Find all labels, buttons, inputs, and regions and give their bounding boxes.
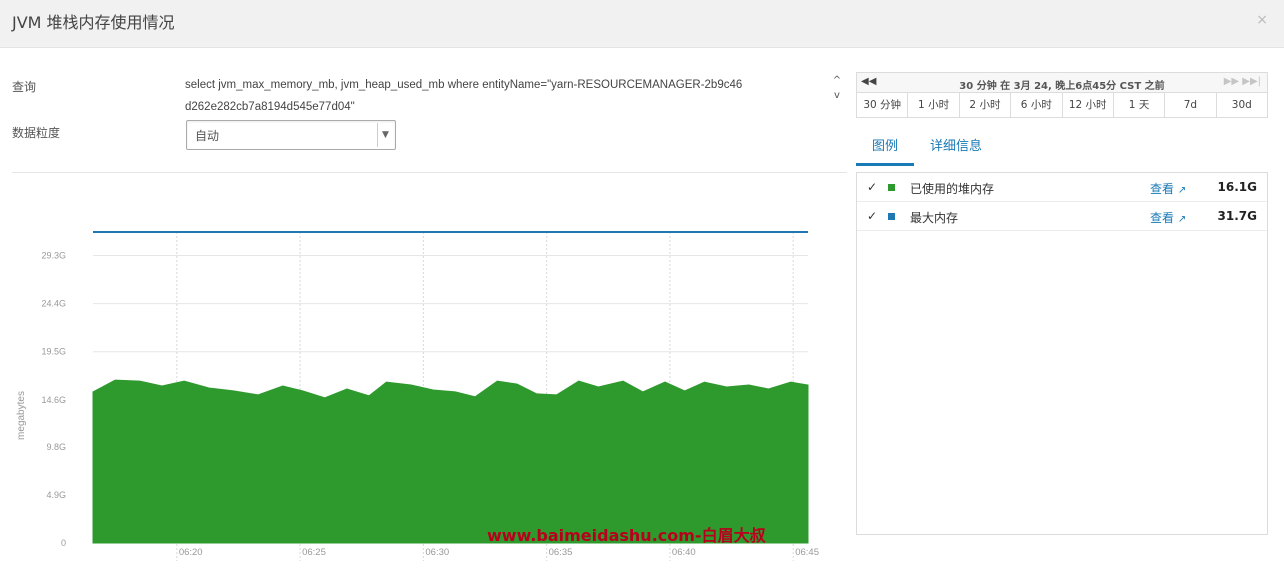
range-button-12h[interactable]: 12 小时 bbox=[1063, 93, 1114, 117]
legend-item-name: 最大内存 bbox=[910, 211, 959, 225]
external-link-icon: ↗ bbox=[1177, 214, 1187, 225]
range-button-6h[interactable]: 6 小时 bbox=[1011, 93, 1063, 117]
y-tick-label: 0 bbox=[61, 538, 66, 548]
x-tick-label: 06:35 bbox=[549, 547, 573, 558]
x-tick-label: 06:40 bbox=[672, 547, 696, 558]
series-color-swatch bbox=[888, 213, 895, 220]
query-text: select jvm_max_memory_mb, jvm_heap_used_… bbox=[185, 79, 743, 113]
range-button-30m[interactable]: 30 分钟 bbox=[857, 93, 909, 117]
series-color-swatch bbox=[888, 184, 895, 191]
y-tick-label: 14.6G bbox=[41, 395, 66, 405]
chart-series bbox=[92, 231, 809, 544]
check-icon[interactable]: ✓ bbox=[867, 180, 877, 194]
view-link-label: 查看 bbox=[1150, 182, 1175, 196]
view-link[interactable]: 查看 ↗ bbox=[1150, 180, 1186, 197]
legend-item: ✓ 已使用的堆内存 查看 ↗ 16.1G bbox=[857, 173, 1267, 202]
external-link-icon: ↗ bbox=[1177, 185, 1187, 196]
y-tick-label: 4.9G bbox=[46, 490, 66, 500]
dialog-header: JVM 堆栈内存使用情况 × bbox=[0, 0, 1284, 48]
range-button-2h[interactable]: 2 小时 bbox=[960, 93, 1012, 117]
legend-item-value: 16.1G bbox=[1217, 180, 1257, 194]
y-tick-label: 19.5G bbox=[41, 347, 66, 357]
granularity-select[interactable]: 自动 ▼ bbox=[186, 120, 396, 150]
x-tick-label: 06:45 bbox=[795, 547, 819, 558]
memory-chart: megabytes 0 4.9G 9.8G 14.6G 19.5G 24.4G 29.3G 0… bbox=[16, 231, 819, 561]
legend-tabs: 图例 详细信息 bbox=[856, 134, 1268, 166]
close-icon[interactable]: × bbox=[1256, 12, 1268, 28]
tab-legend[interactable]: 图例 bbox=[856, 134, 914, 166]
time-range-panel: ◀◀ 30 分钟 在 3月 24, 晚上6点45分 CST 之前 ▶▶ ▶▶| … bbox=[856, 72, 1268, 118]
chevron-down-icon[interactable]: ▼ bbox=[377, 123, 393, 147]
view-link[interactable]: 查看 ↗ bbox=[1150, 209, 1186, 226]
watermark: www.baimeidashu.com-白眉大叔 bbox=[487, 526, 766, 545]
range-button-1h[interactable]: 1 小时 bbox=[908, 93, 960, 117]
query-label: 查询 bbox=[12, 80, 37, 94]
x-tick-label: 06:30 bbox=[425, 547, 449, 558]
y-tick-label: 9.8G bbox=[46, 442, 66, 452]
time-description: 30 分钟 在 3月 24, 晚上6点45分 CST 之前 bbox=[959, 81, 1165, 92]
legend-item: ✓ 最大内存 查看 ↗ 31.7G bbox=[857, 202, 1267, 231]
dialog-title: JVM 堆栈内存使用情况 bbox=[12, 13, 175, 32]
chevron-down-icon[interactable]: v bbox=[831, 89, 843, 102]
y-axis-title: megabytes bbox=[16, 391, 27, 440]
granularity-label: 数据粒度 bbox=[12, 126, 61, 140]
x-tick-label: 06:25 bbox=[302, 547, 326, 558]
range-button-7d[interactable]: 7d bbox=[1165, 93, 1217, 117]
range-button-1d[interactable]: 1 天 bbox=[1114, 93, 1166, 117]
chevron-up-icon[interactable]: ^ bbox=[831, 74, 843, 87]
divider bbox=[12, 172, 847, 173]
range-button-30d[interactable]: 30d bbox=[1217, 93, 1267, 117]
x-tick-label: 06:20 bbox=[179, 547, 203, 558]
view-link-label: 查看 bbox=[1150, 211, 1175, 225]
time-navigation: ◀◀ 30 分钟 在 3月 24, 晚上6点45分 CST 之前 ▶▶ ▶▶| bbox=[857, 73, 1267, 93]
series-area-heap-used bbox=[92, 379, 809, 544]
forward-icon[interactable]: ▶▶ ▶▶| bbox=[1224, 76, 1261, 87]
legend-item-name: 已使用的堆内存 bbox=[910, 182, 995, 196]
check-icon[interactable]: ✓ bbox=[867, 209, 877, 223]
legend-item-value: 31.7G bbox=[1217, 209, 1257, 223]
y-tick-label: 29.3G bbox=[41, 251, 66, 261]
y-tick-label: 24.4G bbox=[41, 299, 66, 309]
tab-details[interactable]: 详细信息 bbox=[930, 134, 982, 166]
granularity-value: 自动 bbox=[195, 129, 220, 143]
range-buttons: 30 分钟 1 小时 2 小时 6 小时 12 小时 1 天 7d 30d bbox=[857, 93, 1267, 117]
legend-panel: ✓ 已使用的堆内存 查看 ↗ 16.1G ✓ 最大内存 查看 ↗ 31.7G bbox=[856, 172, 1268, 535]
query-scroll[interactable]: ^ v bbox=[831, 74, 843, 102]
